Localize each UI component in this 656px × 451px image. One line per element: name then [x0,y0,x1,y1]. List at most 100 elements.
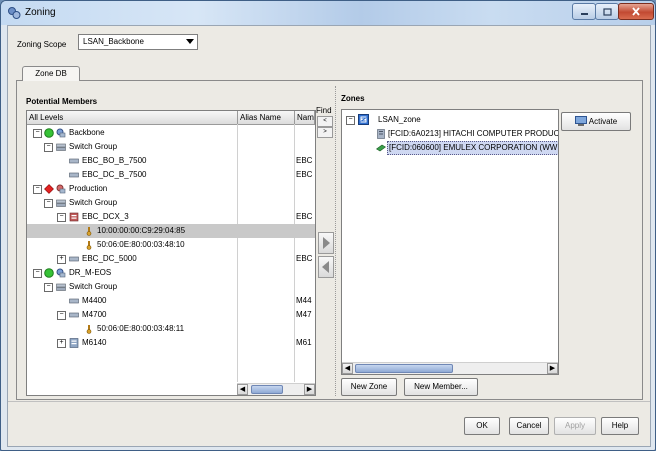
tab-zone-db[interactable]: Zone DB [22,66,80,81]
tree-row-switch[interactable]: + M6140 M61 [27,336,315,350]
hba-icon [376,144,386,152]
expand-icon[interactable]: + [57,339,66,348]
name-cell: EBC [296,212,313,221]
expand-icon[interactable]: + [57,255,66,264]
collapse-icon[interactable]: − [44,283,53,292]
scrollbar-thumb[interactable] [355,364,453,373]
minimize-button[interactable] [572,3,596,20]
name-cell: M44 [296,296,312,305]
tree-row-label: EBC_DC_B_7500 [82,170,147,179]
name-cell: M61 [296,338,312,347]
collapse-icon[interactable]: − [44,199,53,208]
tree-row-backbone[interactable]: − Backbone [27,126,315,140]
tree-row-switch[interactable]: EBC_DC_B_7500 EBC [27,168,315,182]
column-alias-name[interactable]: Alias Name [238,111,295,124]
tree-row-switch-group[interactable]: − Switch Group [27,280,315,294]
zones-label: Zones [341,94,365,103]
zoning-scope-label: Zoning Scope [17,40,67,49]
fabric-icon [56,184,66,194]
scroll-left-icon[interactable]: ◀ [237,384,248,395]
close-icon [632,7,640,16]
tree-row-label: Switch Group [69,198,118,207]
switch-icon [69,256,79,262]
new-member-button[interactable]: New Member... [404,378,478,396]
switch-group-icon [56,143,66,151]
port-icon [86,227,92,236]
switch-icon [69,158,79,164]
remove-member-button[interactable] [318,256,334,278]
green-circle-icon [44,268,54,278]
find-label: Find [316,106,332,115]
zone-member-row[interactable]: [FCID:6A0213] HITACHI COMPUTER PRODUC [342,127,558,141]
chevron-down-icon [186,39,194,44]
tree-row-dr-m-eos[interactable]: − DR_M-EOS [27,266,315,280]
zone-row-lsan-zone[interactable]: − LSAN_zone [342,113,558,127]
tree-row-label: EBC_BO_B_7500 [82,156,147,165]
zones-tree[interactable]: − LSAN_zone [FCID:6A0213] HITACHI COMPUT… [341,109,559,375]
maximize-button[interactable] [595,3,619,20]
scroll-right-icon[interactable]: ▶ [547,363,558,374]
tree-row-switch[interactable]: − EBC_DCX_3 EBC [27,210,315,224]
apply-button[interactable]: Apply [554,417,596,435]
scroll-right-icon[interactable]: ▶ [304,384,315,395]
collapse-icon[interactable]: − [346,116,355,125]
tree-row-production[interactable]: − Production [27,182,315,196]
ok-button[interactable]: OK [464,417,500,435]
new-zone-button[interactable]: New Zone [341,378,397,396]
fabric-icon [56,268,66,278]
zoning-scope-select[interactable]: LSAN_Backbone [78,34,198,50]
tree-row-switch[interactable]: − M4700 M47 [27,308,315,322]
cancel-button[interactable]: Cancel [509,417,549,435]
column-name[interactable]: Nam [295,111,315,124]
tree-row-label: Switch Group [69,282,118,291]
zoning-scope-value: LSAN_Backbone [83,37,144,46]
activate-icon [574,116,587,127]
port-icon [86,325,92,334]
footer-separator [8,401,650,402]
tree-row-switch[interactable]: M4400 M44 [27,294,315,308]
window-title: Zoning [25,7,56,18]
zone-member-row-selected[interactable]: [FCID:060600] EMULEX CORPORATION (WW [342,141,558,155]
tree-row-wwn[interactable]: 50:06:0E:80:00:03:48:10 [27,238,315,252]
name-cell: M47 [296,310,312,319]
activate-label: Activate [588,117,618,126]
switch-group-icon [56,199,66,207]
dialog-client: Zoning Scope LSAN_Backbone Zone DB Poten… [7,25,651,447]
split-pane-divider[interactable] [335,86,337,396]
tree-row-label: 50:06:0E:80:00:03:48:10 [97,240,185,249]
tree-row-label: 10:00:00:00:C9:29:04:85 [97,226,186,235]
title-bar[interactable]: Zoning [1,1,655,25]
potential-members-tree[interactable]: All Levels Alias Name Nam − Backbone − S… [26,110,316,396]
minimize-icon [580,12,588,15]
scrollbar-thumb[interactable] [251,385,283,394]
help-button[interactable]: Help [601,417,639,435]
green-circle-icon [44,128,54,138]
zoning-window: Zoning Zoning Scope LSAN_Backbone Zone D… [0,0,656,451]
collapse-icon[interactable]: − [33,185,42,194]
collapse-icon[interactable]: − [57,213,66,222]
find-previous-button[interactable]: < [317,116,333,127]
tree-row-switch[interactable]: + EBC_DC_5000 EBC [27,252,315,266]
scroll-left-icon[interactable]: ◀ [342,363,353,374]
director-icon [69,338,79,348]
zoning-icon [8,7,21,19]
tree-row-wwn[interactable]: 50:06:0E:80:00:03:48:11 [27,322,315,336]
activate-button[interactable]: Activate [561,112,631,131]
collapse-icon[interactable]: − [57,311,66,320]
collapse-icon[interactable]: − [33,269,42,278]
collapse-icon[interactable]: − [33,129,42,138]
add-member-button[interactable] [318,232,334,254]
close-button[interactable] [618,3,654,20]
zone-row-label: [FCID:6A0213] HITACHI COMPUTER PRODUC [388,129,559,138]
arrow-right-icon [323,237,330,249]
column-all-levels[interactable]: All Levels [27,111,238,124]
horizontal-scrollbar[interactable]: ◀ ▶ [237,383,315,395]
find-next-button[interactable]: > [317,127,333,138]
tree-row-switch-group[interactable]: − Switch Group [27,140,315,154]
tree-row-switch-group[interactable]: − Switch Group [27,196,315,210]
collapse-icon[interactable]: − [44,143,53,152]
tree-row-label: 50:06:0E:80:00:03:48:11 [97,324,185,333]
tree-row-wwn-selected[interactable]: 10:00:00:00:C9:29:04:85 [27,224,315,238]
horizontal-scrollbar[interactable]: ◀ ▶ [342,362,558,374]
tree-row-switch[interactable]: EBC_BO_B_7500 EBC [27,154,315,168]
